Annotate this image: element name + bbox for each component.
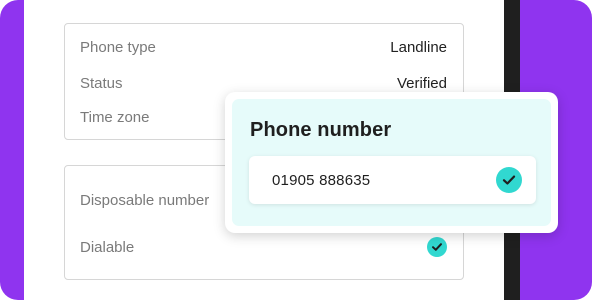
status-value: Verified bbox=[396, 74, 447, 92]
phone-number-popup-body: Phone number 01905 888635 bbox=[232, 99, 551, 226]
phone-type-value: Landline bbox=[390, 38, 447, 56]
dialable-check-icon bbox=[427, 237, 447, 257]
dialable-row: Dialable bbox=[80, 233, 447, 261]
phone-lookup-preview: Phone type Landline Status Verified Time… bbox=[0, 0, 592, 300]
phone-type-row: Phone type Landline bbox=[80, 33, 447, 61]
phone-type-label: Phone type bbox=[80, 38, 156, 56]
phone-number-popup: Phone number 01905 888635 bbox=[225, 92, 558, 233]
dialable-label: Dialable bbox=[80, 238, 135, 256]
time-zone-label: Time zone bbox=[80, 108, 150, 126]
phone-number-value: 01905 888635 bbox=[272, 171, 371, 189]
phone-number-check-icon bbox=[496, 167, 522, 193]
disposable-number-label: Disposable number bbox=[80, 191, 210, 209]
status-label: Status bbox=[80, 74, 123, 92]
phone-number-title: Phone number bbox=[250, 119, 392, 141]
phone-number-display: 01905 888635 bbox=[249, 156, 536, 204]
